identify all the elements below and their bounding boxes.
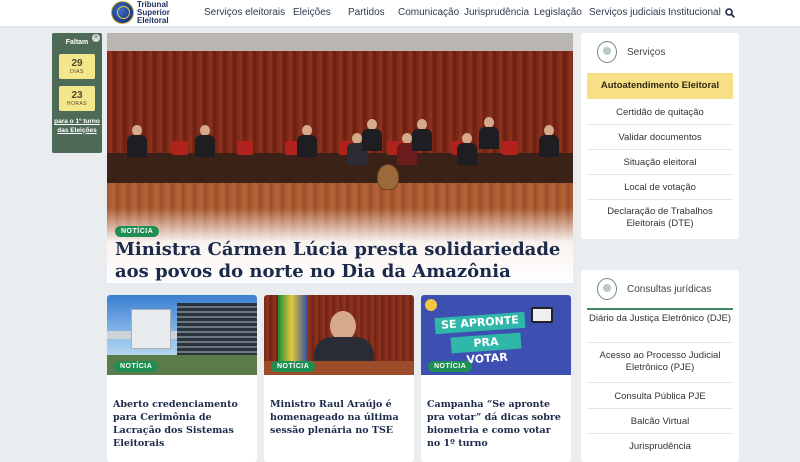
news-tag: NOTÍCIA [271, 361, 316, 372]
nav-legislacao[interactable]: Legislação [534, 7, 582, 18]
news-card[interactable]: NOTÍCIA Aberto credenciamento para Cerim… [107, 295, 257, 462]
nav-servicos-eleitorais[interactable]: Serviços eleitorais [204, 7, 285, 18]
nav-comunicacao[interactable]: Comunicação [398, 7, 459, 18]
consultas-item-pje[interactable]: Acesso ao Processo Judicial Eletrônico (… [587, 345, 733, 383]
nav-partidos[interactable]: Partidos [348, 7, 385, 18]
servicos-item-situacao[interactable]: Situação eleitoral [587, 150, 733, 175]
servicos-item-local[interactable]: Local de votação [587, 175, 733, 200]
campaign-title-1: SE APRONTE [434, 311, 526, 335]
consultas-title: Consultas jurídicas [627, 284, 712, 295]
nav-institucional[interactable]: Institucional [668, 7, 721, 18]
election-countdown: × Faltam 29 DIAS 23 HORAS para o 1º turn… [52, 33, 102, 153]
document-search-icon [597, 278, 617, 300]
servicos-item-autoatendimento[interactable]: Autoatendimento Eleitoral [587, 73, 733, 99]
lightbulb-icon [597, 41, 617, 63]
top-navigation-bar: Tribunal Superior Eleitoral Serviços ele… [0, 0, 800, 27]
nav-servicos-judiciais[interactable]: Serviços judiciais [589, 7, 666, 18]
news-card-title[interactable]: Ministro Raul Araújo é homenageado na úl… [270, 398, 410, 437]
consultas-item-balcao[interactable]: Balcão Virtual [587, 409, 733, 434]
servicos-item-certidao[interactable]: Certidão de quitação [587, 100, 733, 125]
days-value: 29 [71, 58, 83, 69]
consultas-item-dje[interactable]: Diário da Justiça Eletrônico (DJE) [587, 310, 733, 343]
hours-value: 23 [71, 90, 83, 101]
consultas-item-jurisprudencia[interactable]: Jurisprudência [587, 434, 733, 459]
news-tag: NOTÍCIA [115, 226, 160, 237]
news-tag: NOTÍCIA [428, 361, 473, 372]
consultas-item-consulta-publica[interactable]: Consulta Pública PJE [587, 384, 733, 409]
countdown-days: 29 DIAS [59, 54, 95, 79]
nav-jurisprudencia[interactable]: Jurisprudência [464, 7, 529, 18]
hero-headline[interactable]: Ministra Cármen Lúcia presta solidarieda… [115, 239, 565, 283]
news-card[interactable]: NOTÍCIA Ministro Raul Araújo é homenagea… [264, 295, 414, 462]
news-tag: NOTÍCIA [114, 361, 159, 372]
consultas-header: Consultas jurídicas [587, 270, 733, 310]
countdown-link[interactable]: para o 1º turno das Eleições [54, 118, 100, 135]
tse-logo[interactable]: Tribunal Superior Eleitoral [111, 1, 171, 25]
servicos-item-validar[interactable]: Validar documentos [587, 125, 733, 150]
countdown-hours: 23 HORAS [59, 86, 95, 111]
countdown-title: Faltam [65, 39, 89, 46]
logo-text: Tribunal Superior Eleitoral [137, 0, 170, 25]
servicos-header: Serviços [581, 33, 739, 73]
ballot-box-icon [531, 307, 553, 323]
hero-news[interactable]: NOTÍCIA Ministra Cármen Lúcia presta sol… [107, 33, 573, 283]
news-card[interactable]: SE APRONTE PRA VOTAR NOTÍCIA Campanha “S… [421, 295, 571, 462]
coat-of-arms-icon [377, 164, 399, 190]
search-icon[interactable] [725, 8, 735, 18]
nav-eleicoes[interactable]: Eleições [293, 7, 331, 18]
hours-unit: HORAS [66, 101, 88, 107]
news-card-title[interactable]: Campanha “Se apronte pra votar” dá dicas… [427, 398, 567, 450]
days-unit: DIAS [70, 69, 84, 75]
campaign-title-2: PRA VOTAR [450, 332, 522, 366]
tse-emblem-icon [111, 1, 134, 24]
servicos-panel: Serviços Autoatendimento Eleitoral Certi… [581, 33, 739, 239]
star-icon [425, 299, 437, 311]
consultas-panel: Consultas jurídicas Diário da Justiça El… [581, 270, 739, 462]
servicos-item-dte[interactable]: Declaração de Trabalhos Eleitorais (DTE) [587, 203, 733, 233]
servicos-title: Serviços [627, 47, 666, 58]
news-card-title[interactable]: Aberto credenciamento para Cerimônia de … [113, 398, 253, 450]
